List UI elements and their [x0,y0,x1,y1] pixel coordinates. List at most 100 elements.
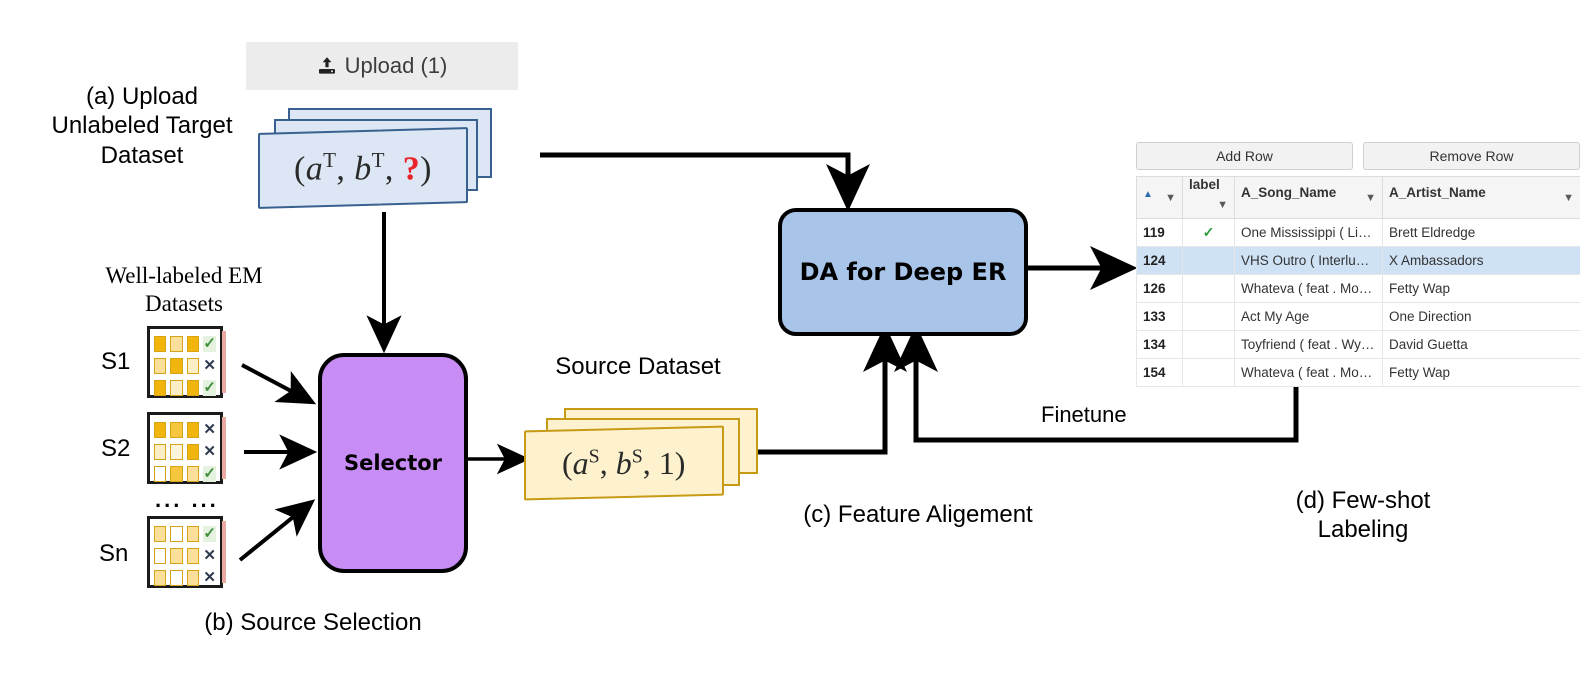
table-header-song-name[interactable]: A_Song_Name ▼ [1234,176,1383,219]
table-header-id[interactable]: ▲ ▼ [1136,176,1183,219]
target-dataset-card: (aT, bT, ?) [258,127,468,209]
dataset-cell [186,525,200,542]
dataset-row: ✕ [154,442,216,461]
table-row[interactable]: 119 ✓ One Mississippi ( Live ... Brett E… [1136,218,1580,247]
row-song-name: Act My Age [1234,302,1383,331]
labeling-table: ▲ ▼ label ▼ A_Song_Name ▼ A_Artist_Name … [1136,176,1580,387]
label-check-icon: ✓ [203,464,216,482]
upload-button[interactable]: Upload (1) [246,42,518,90]
source-dataset-card: (aS, bS, 1) [524,425,724,501]
filter-icon[interactable]: ▼ [1563,185,1574,211]
caption-d-few-shot-labeling: (d) Few-shot Labeling [1295,487,1431,544]
row-id: 154 [1136,358,1183,387]
table-row[interactable]: 124 VHS Outro ( Interlude ) X Ambassador… [1136,246,1580,275]
row-label-cell[interactable] [1182,302,1235,331]
finetune-label: Finetune [1041,402,1127,427]
row-label-cell[interactable] [1182,274,1235,303]
upload-icon [317,56,337,76]
dataset-cell [170,357,183,374]
sort-asc-icon[interactable]: ▲ [1143,189,1153,200]
caption-c-feature-alignment: (c) Feature Aligement [803,501,1033,528]
row-song-name: VHS Outro ( Interlude ) [1234,246,1383,275]
table-header-row: ▲ ▼ label ▼ A_Song_Name ▼ A_Artist_Name … [1136,176,1580,219]
row-artist-name: X Ambassadors [1382,246,1580,275]
dataset-cell [170,443,183,460]
da-for-deep-er-box: DA for Deep ER [778,208,1028,336]
dataset-cell [154,569,167,586]
dataset-cell [170,465,183,482]
dataset-cell [170,421,183,438]
dataset-cell [170,335,183,352]
dataset-cell [186,379,200,396]
well-labeled-em-datasets-label: Well-labeled EM Datasets [105,263,263,316]
row-id: 134 [1136,330,1183,359]
dataset-cell [186,569,200,586]
filter-icon[interactable]: ▼ [1365,185,1376,211]
em-dataset-box-sn: ✓ ✕ ✕ [147,516,226,588]
table-row[interactable]: 133 Act My Age One Direction [1136,302,1580,331]
row-label-check-icon[interactable]: ✓ [1182,218,1235,247]
source-dataset-label: Source Dataset [555,353,721,380]
row-song-name: Whateva ( feat . Monty ) [1234,274,1383,303]
dataset-accent-bar [222,331,226,393]
row-artist-name: One Direction [1382,302,1580,331]
da-box-label: DA for Deep ER [799,258,1007,286]
row-label-cell[interactable] [1182,358,1235,387]
table-row[interactable]: 126 Whateva ( feat . Monty ) Fetty Wap [1136,274,1580,303]
label-cross-icon: ✕ [203,356,216,374]
dataset-label-s1: S1 [101,348,131,375]
dataset-cell [170,379,183,396]
filter-icon[interactable]: ▼ [1217,192,1228,218]
dataset-cell [170,547,183,564]
row-id: 126 [1136,274,1183,303]
dataset-label-s2: S2 [101,435,131,462]
row-id: 119 [1136,218,1183,247]
dataset-cell [154,525,167,542]
dataset-label-sn: Sn [99,540,129,567]
dataset-cell [186,465,200,482]
dataset-cell [154,335,167,352]
dataset-row: ✕ [154,568,216,587]
source-dataset-stack: (aS, bS, 1) [524,408,760,508]
table-body: 119 ✓ One Mississippi ( Live ... Brett E… [1136,218,1580,387]
dataset-row: ✕ [154,420,216,439]
dataset-accent-bar [222,417,226,479]
row-artist-name: David Guetta [1382,330,1580,359]
dataset-cell [154,547,167,564]
dataset-cell [186,335,200,352]
row-song-name: Toyfriend ( feat . Wynt... [1234,330,1383,359]
few-shot-labeling-table-panel: Add Row Remove Row ▲ ▼ label ▼ A_Song_Na… [1136,142,1580,387]
dataset-cell [154,465,167,482]
upload-button-label: Upload (1) [344,53,448,78]
table-header-artist-name[interactable]: A_Artist_Name ▼ [1382,176,1580,219]
row-artist-name: Fetty Wap [1382,358,1580,387]
table-row[interactable]: 134 Toyfriend ( feat . Wynt... David Gue… [1136,330,1580,359]
dataset-cell [154,379,167,396]
caption-a-upload: (a) Upload Unlabeled Target Dataset [51,83,233,169]
row-label-cell[interactable] [1182,330,1235,359]
dataset-cell [186,443,200,460]
dataset-cell [154,443,167,460]
table-header-label[interactable]: label ▼ [1182,176,1235,219]
row-label-cell[interactable] [1182,246,1235,275]
row-id: 133 [1136,302,1183,331]
dataset-cell [186,421,200,438]
em-dataset-box-s2: ✕ ✕ ✓ [147,412,226,484]
label-cross-icon: ✕ [203,546,216,564]
source-dataset-formula: (aS, bS, 1) [562,444,686,481]
dataset-cell [154,421,167,438]
row-song-name: One Mississippi ( Live ... [1234,218,1383,247]
label-check-icon: ✓ [203,334,216,352]
dataset-cell [186,357,200,374]
label-check-icon: ✓ [203,524,216,542]
filter-icon[interactable]: ▼ [1165,185,1176,211]
remove-row-button[interactable]: Remove Row [1363,142,1580,170]
dataset-row: ✓ [154,524,216,543]
dataset-accent-bar [222,521,226,583]
row-artist-name: Brett Eldredge [1382,218,1580,247]
add-row-button[interactable]: Add Row [1136,142,1353,170]
row-artist-name: Fetty Wap [1382,274,1580,303]
target-dataset-formula: (aT, bT, ?) [294,147,432,188]
table-row[interactable]: 154 Whateva ( feat . Monty ) Fetty Wap [1136,358,1580,387]
table-toolbar: Add Row Remove Row [1136,142,1580,170]
